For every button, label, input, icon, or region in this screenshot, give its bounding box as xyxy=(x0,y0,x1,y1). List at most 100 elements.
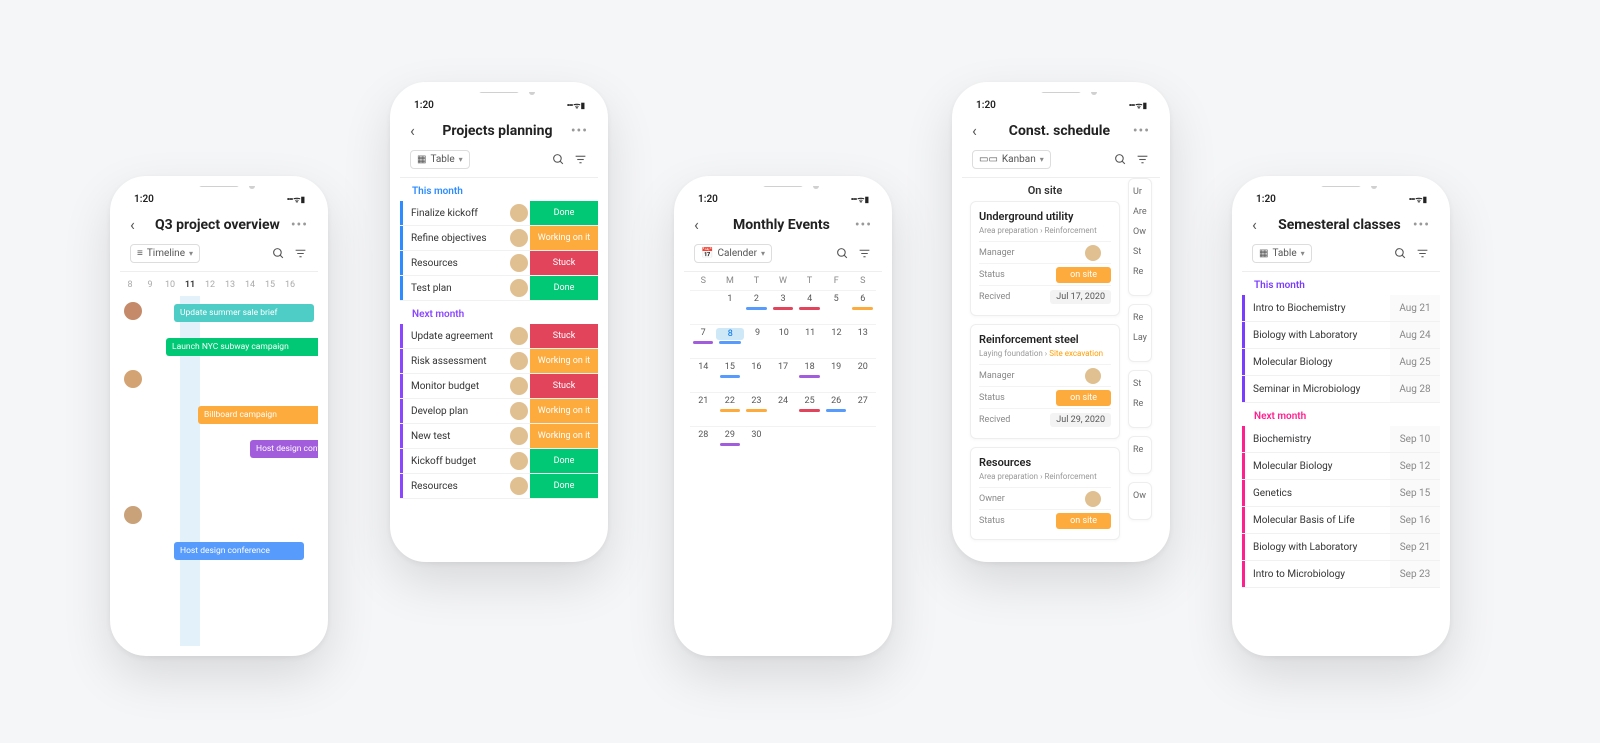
calendar-day[interactable]: 17 xyxy=(770,359,797,372)
status-cell[interactable]: Done xyxy=(530,201,598,225)
calendar-event[interactable] xyxy=(719,341,741,344)
filter-icon[interactable] xyxy=(572,152,588,168)
status-badge[interactable]: on site xyxy=(1056,513,1111,529)
calendar-day[interactable]: 27 xyxy=(849,393,876,406)
calendar-day[interactable]: 5 xyxy=(823,291,850,304)
calendar-day[interactable]: 19 xyxy=(823,359,850,372)
table-row[interactable]: Monitor budgetStuck xyxy=(400,374,598,399)
calendar-event[interactable] xyxy=(826,409,847,412)
timeline-bar[interactable]: Host design conference xyxy=(174,542,304,560)
calendar-day[interactable] xyxy=(690,291,717,294)
table-row[interactable]: New testWorking on it xyxy=(400,424,598,449)
calendar-day[interactable] xyxy=(849,427,876,430)
timeline-date[interactable]: 16 xyxy=(280,280,300,290)
more-icon[interactable]: ••• xyxy=(1413,217,1430,233)
calendar-day[interactable]: 22 xyxy=(717,393,744,406)
timeline-date[interactable]: 10 xyxy=(160,280,180,290)
timeline-bar[interactable]: Billboard campaign xyxy=(198,406,328,424)
group-header[interactable]: This month xyxy=(1242,272,1440,295)
calendar-day[interactable]: 10 xyxy=(771,325,797,338)
table-row[interactable]: Finalize kickoffDone xyxy=(400,201,598,226)
calendar-day[interactable]: 13 xyxy=(850,325,876,338)
kanban-card-peek[interactable]: Ow xyxy=(1128,482,1152,520)
kanban-column-peek[interactable]: UrAreOwStReReLayStReReOw xyxy=(1128,178,1152,548)
more-icon[interactable]: ••• xyxy=(571,123,588,139)
calendar-event[interactable] xyxy=(746,307,767,310)
kanban-card-peek[interactable]: StRe xyxy=(1128,370,1152,428)
calendar-day[interactable]: 28 xyxy=(690,427,717,440)
status-cell[interactable]: Stuck xyxy=(530,251,598,275)
status-cell[interactable]: Done xyxy=(530,474,598,498)
timeline-date[interactable]: 14 xyxy=(240,280,260,290)
avatar[interactable] xyxy=(1085,491,1101,507)
filter-icon[interactable] xyxy=(292,246,308,262)
table-row[interactable]: Molecular BiologySep 12 xyxy=(1242,453,1440,480)
view-selector[interactable]: 📅 Calender ▾ xyxy=(694,244,772,263)
filter-icon[interactable] xyxy=(856,246,872,262)
table-row[interactable]: Molecular BiologyAug 25 xyxy=(1242,349,1440,376)
timeline-date[interactable]: 8 xyxy=(120,280,140,290)
status-cell[interactable]: Working on it xyxy=(530,349,598,373)
calendar-event[interactable] xyxy=(799,409,820,412)
calendar-event[interactable] xyxy=(852,307,873,310)
avatar[interactable] xyxy=(510,452,528,470)
more-icon[interactable]: ••• xyxy=(855,217,872,233)
calendar-day[interactable]: 18 xyxy=(796,359,823,372)
status-cell[interactable]: Working on it xyxy=(530,399,598,423)
avatar[interactable] xyxy=(124,506,142,524)
table-row[interactable]: Biology with LaboratorySep 21 xyxy=(1242,534,1440,561)
status-cell[interactable]: Stuck xyxy=(530,324,598,348)
more-icon[interactable]: ••• xyxy=(291,217,308,233)
calendar-day[interactable]: 6 xyxy=(849,291,876,304)
avatar[interactable] xyxy=(510,254,528,272)
calendar-day[interactable]: 23 xyxy=(743,393,770,406)
timeline-bar[interactable]: Launch NYC subway campaign xyxy=(166,338,326,356)
search-icon[interactable] xyxy=(1112,152,1128,168)
avatar[interactable] xyxy=(510,279,528,297)
status-cell[interactable]: Working on it xyxy=(530,226,598,250)
avatar[interactable] xyxy=(510,204,528,222)
calendar-event[interactable] xyxy=(720,443,741,446)
calendar-event[interactable] xyxy=(720,375,741,378)
calendar-day[interactable]: 30 xyxy=(743,427,770,440)
timeline-bar[interactable]: Update summer sale brief xyxy=(174,304,314,322)
table-row[interactable]: GeneticsSep 15 xyxy=(1242,480,1440,507)
calendar-event[interactable] xyxy=(720,409,741,412)
calendar-day[interactable]: 8 xyxy=(716,325,744,340)
timeline-date[interactable]: 9 xyxy=(140,280,160,290)
avatar[interactable] xyxy=(510,327,528,345)
status-badge[interactable]: on site xyxy=(1056,267,1111,283)
status-badge[interactable]: on site xyxy=(1056,390,1111,406)
view-selector[interactable]: ▦ Table ▾ xyxy=(410,150,470,169)
kanban-card[interactable]: ResourcesArea preparation › Reinforcemen… xyxy=(970,447,1120,540)
table-row[interactable]: ResourcesDone xyxy=(400,474,598,499)
search-icon[interactable] xyxy=(550,152,566,168)
view-selector[interactable]: ▭▭ Kanban ▾ xyxy=(972,150,1051,169)
timeline-date[interactable]: 13 xyxy=(220,280,240,290)
calendar-day[interactable]: 21 xyxy=(690,393,717,406)
view-selector[interactable]: ≡ Timeline ▾ xyxy=(130,244,200,263)
back-icon[interactable]: ‹ xyxy=(1252,215,1266,234)
calendar-day[interactable] xyxy=(770,427,797,430)
timeline-bar[interactable]: Host design conference xyxy=(250,440,328,458)
table-row[interactable]: Biology with LaboratoryAug 24 xyxy=(1242,322,1440,349)
avatar[interactable] xyxy=(510,402,528,420)
avatar[interactable] xyxy=(510,427,528,445)
avatar[interactable] xyxy=(510,352,528,370)
calendar-day[interactable]: 1 xyxy=(717,291,744,304)
avatar[interactable] xyxy=(510,377,528,395)
calendar-day[interactable]: 7 xyxy=(690,325,716,338)
calendar-event[interactable] xyxy=(799,375,820,378)
status-cell[interactable]: Done xyxy=(530,449,598,473)
back-icon[interactable]: ‹ xyxy=(694,215,708,234)
table-row[interactable]: Intro to BiochemistryAug 21 xyxy=(1242,295,1440,322)
calendar-event[interactable] xyxy=(799,307,820,310)
table-row[interactable]: Seminar in MicrobiologyAug 28 xyxy=(1242,376,1440,403)
calendar-day[interactable]: 12 xyxy=(823,325,849,338)
table-row[interactable]: Molecular Basis of LifeSep 16 xyxy=(1242,507,1440,534)
calendar-day[interactable]: 16 xyxy=(743,359,770,372)
calendar-day[interactable]: 3 xyxy=(770,291,797,304)
calendar-day[interactable] xyxy=(823,427,850,430)
kanban-card-peek[interactable]: ReLay xyxy=(1128,304,1152,362)
calendar-day[interactable]: 25 xyxy=(796,393,823,406)
